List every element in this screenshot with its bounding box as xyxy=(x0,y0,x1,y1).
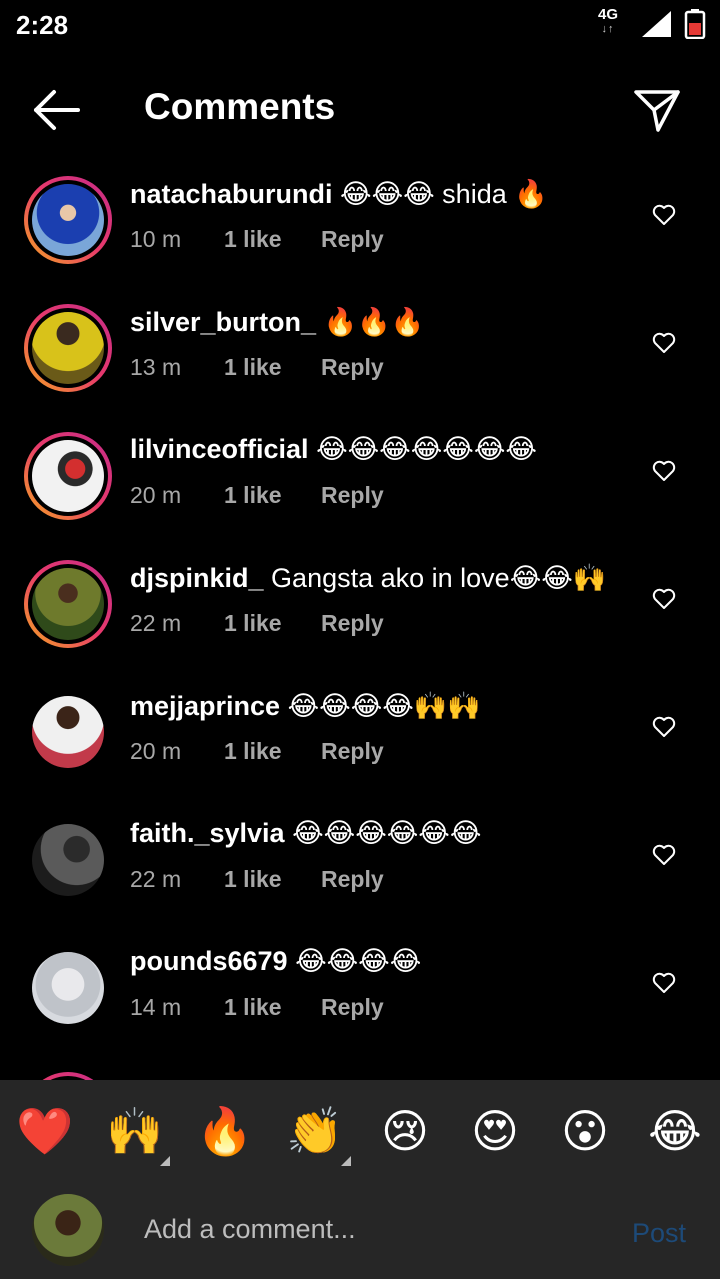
reply-button[interactable]: Reply xyxy=(321,354,384,381)
reply-button[interactable]: Reply xyxy=(321,226,384,253)
comment-text: 😂😂😂😂🙌🙌 xyxy=(287,691,482,721)
comment-username[interactable]: faith._sylvia xyxy=(130,818,285,848)
comment-username[interactable]: lilvinceofficial xyxy=(130,434,309,464)
comment-time: 22 m xyxy=(130,866,182,892)
more-variants-indicator-icon xyxy=(341,1156,351,1166)
comment-likes[interactable]: 1 like xyxy=(224,226,282,253)
comment-time: 20 m xyxy=(130,738,182,764)
crying-face-reaction[interactable]: 😢 xyxy=(376,1102,434,1160)
avatar[interactable] xyxy=(24,560,112,648)
avatar[interactable] xyxy=(24,688,112,776)
comment-time: 14 m xyxy=(130,994,182,1020)
reply-button[interactable]: Reply xyxy=(321,738,384,765)
comment-item: lilvinceofficial 😂😂😂😂😂😂😂 20 m 1 like Rep… xyxy=(0,406,720,534)
back-arrow-icon[interactable] xyxy=(30,88,82,132)
data-arrows-icon: ↓↑ xyxy=(601,23,615,35)
heart-outline-icon[interactable] xyxy=(652,332,676,354)
comment-text: 😂😂😂😂 xyxy=(295,946,422,976)
comment-time: 20 m xyxy=(130,482,182,508)
comment-likes[interactable]: 1 like xyxy=(224,738,282,765)
quick-reactions-bar: ❤️ 🙌 🔥 👏 😢 😍 😮 😂 xyxy=(0,1080,720,1180)
comment-item: pounds6679 😂😂😂😂 14 m 1 like Reply xyxy=(0,918,720,1046)
signal-icon xyxy=(642,11,671,37)
avatar[interactable] xyxy=(24,432,112,520)
reply-button[interactable]: Reply xyxy=(321,866,384,893)
heart-outline-icon[interactable] xyxy=(652,460,676,482)
comment-likes[interactable]: 1 like xyxy=(224,994,282,1021)
comment-item: mejjaprince 😂😂😂😂🙌🙌 20 m 1 like Reply xyxy=(0,662,720,790)
raising-hands-reaction[interactable]: 🙌 xyxy=(106,1102,164,1160)
comment-username[interactable]: natachaburundi xyxy=(130,179,333,209)
comment-username[interactable]: djspinkid_ xyxy=(130,563,264,593)
comment-likes[interactable]: 1 like xyxy=(224,482,282,509)
add-comment-input[interactable]: Add a comment... xyxy=(144,1214,356,1245)
comment-time: 10 m xyxy=(130,226,182,252)
comment-time: 22 m xyxy=(130,610,182,636)
comment-text: 😂😂😂 shida 🔥 xyxy=(340,179,548,209)
comment-item: djspinkid_ Gangsta ako in love😂😂🙌 22 m 1… xyxy=(0,534,720,662)
battery-icon xyxy=(684,9,706,39)
heart-eyes-reaction[interactable]: 😍 xyxy=(466,1102,524,1160)
comment-item-partial xyxy=(0,1046,720,1080)
clapping-hands-reaction[interactable]: 👏 xyxy=(286,1102,344,1160)
more-variants-indicator-icon xyxy=(160,1156,170,1166)
comment-text: 😂😂😂😂😂😂😂 xyxy=(316,434,537,464)
comment-username[interactable]: mejjaprince xyxy=(130,691,280,721)
fire-reaction[interactable]: 🔥 xyxy=(196,1102,254,1160)
avatar[interactable] xyxy=(24,304,112,392)
reply-button[interactable]: Reply xyxy=(321,994,384,1021)
comment-username[interactable]: pounds6679 xyxy=(130,946,288,976)
comment-time: 13 m xyxy=(130,354,182,380)
comment-item: silver_burton_ 🔥🔥🔥 13 m 1 like Reply xyxy=(0,278,720,406)
network-indicator: 4G ↓↑ xyxy=(598,6,619,36)
heart-outline-icon[interactable] xyxy=(652,972,676,994)
comment-item: faith._sylvia 😂😂😂😂😂😂 22 m 1 like Reply xyxy=(0,790,720,918)
heart-outline-icon[interactable] xyxy=(652,716,676,738)
avatar[interactable] xyxy=(24,176,112,264)
paper-plane-icon[interactable] xyxy=(632,84,682,134)
reply-button[interactable]: Reply xyxy=(321,610,384,637)
comment-username[interactable]: silver_burton_ xyxy=(130,307,316,337)
comments-header: Comments xyxy=(0,70,720,150)
status-bar: 2:28 4G ↓↑ xyxy=(0,0,720,52)
avatar[interactable] xyxy=(24,816,112,904)
comment-likes[interactable]: 1 like xyxy=(224,866,282,893)
comment-composer-panel: ❤️ 🙌 🔥 👏 😢 😍 😮 😂 Add a comment... Post xyxy=(0,1080,720,1279)
avatar[interactable] xyxy=(24,1072,112,1080)
heart-outline-icon[interactable] xyxy=(652,588,676,610)
heart-outline-icon[interactable] xyxy=(652,844,676,866)
comment-item: natachaburundi 😂😂😂 shida 🔥 10 m 1 like R… xyxy=(0,150,720,278)
comment-text: 😂😂😂😂😂😂 xyxy=(292,818,482,848)
red-heart-reaction[interactable]: ❤️ xyxy=(16,1102,74,1160)
laughing-tears-reaction[interactable]: 😂 xyxy=(646,1102,704,1160)
reply-button[interactable]: Reply xyxy=(321,482,384,509)
post-button[interactable]: Post xyxy=(632,1218,686,1249)
comment-likes[interactable]: 1 like xyxy=(224,354,282,381)
comment-text: Gangsta ako in love😂😂🙌 xyxy=(271,563,607,593)
heart-outline-icon[interactable] xyxy=(652,204,676,226)
comment-input-row: Add a comment... Post xyxy=(0,1180,720,1279)
avatar[interactable] xyxy=(24,944,112,1032)
comment-likes[interactable]: 1 like xyxy=(224,610,282,637)
comment-text: 🔥🔥🔥 xyxy=(323,307,425,337)
current-user-avatar xyxy=(32,1194,104,1266)
comments-list[interactable]: natachaburundi 😂😂😂 shida 🔥 10 m 1 like R… xyxy=(0,150,720,1080)
status-time: 2:28 xyxy=(16,10,69,40)
page-title: Comments xyxy=(144,86,336,127)
network-type: 4G xyxy=(598,6,619,23)
surprised-face-reaction[interactable]: 😮 xyxy=(556,1102,614,1160)
